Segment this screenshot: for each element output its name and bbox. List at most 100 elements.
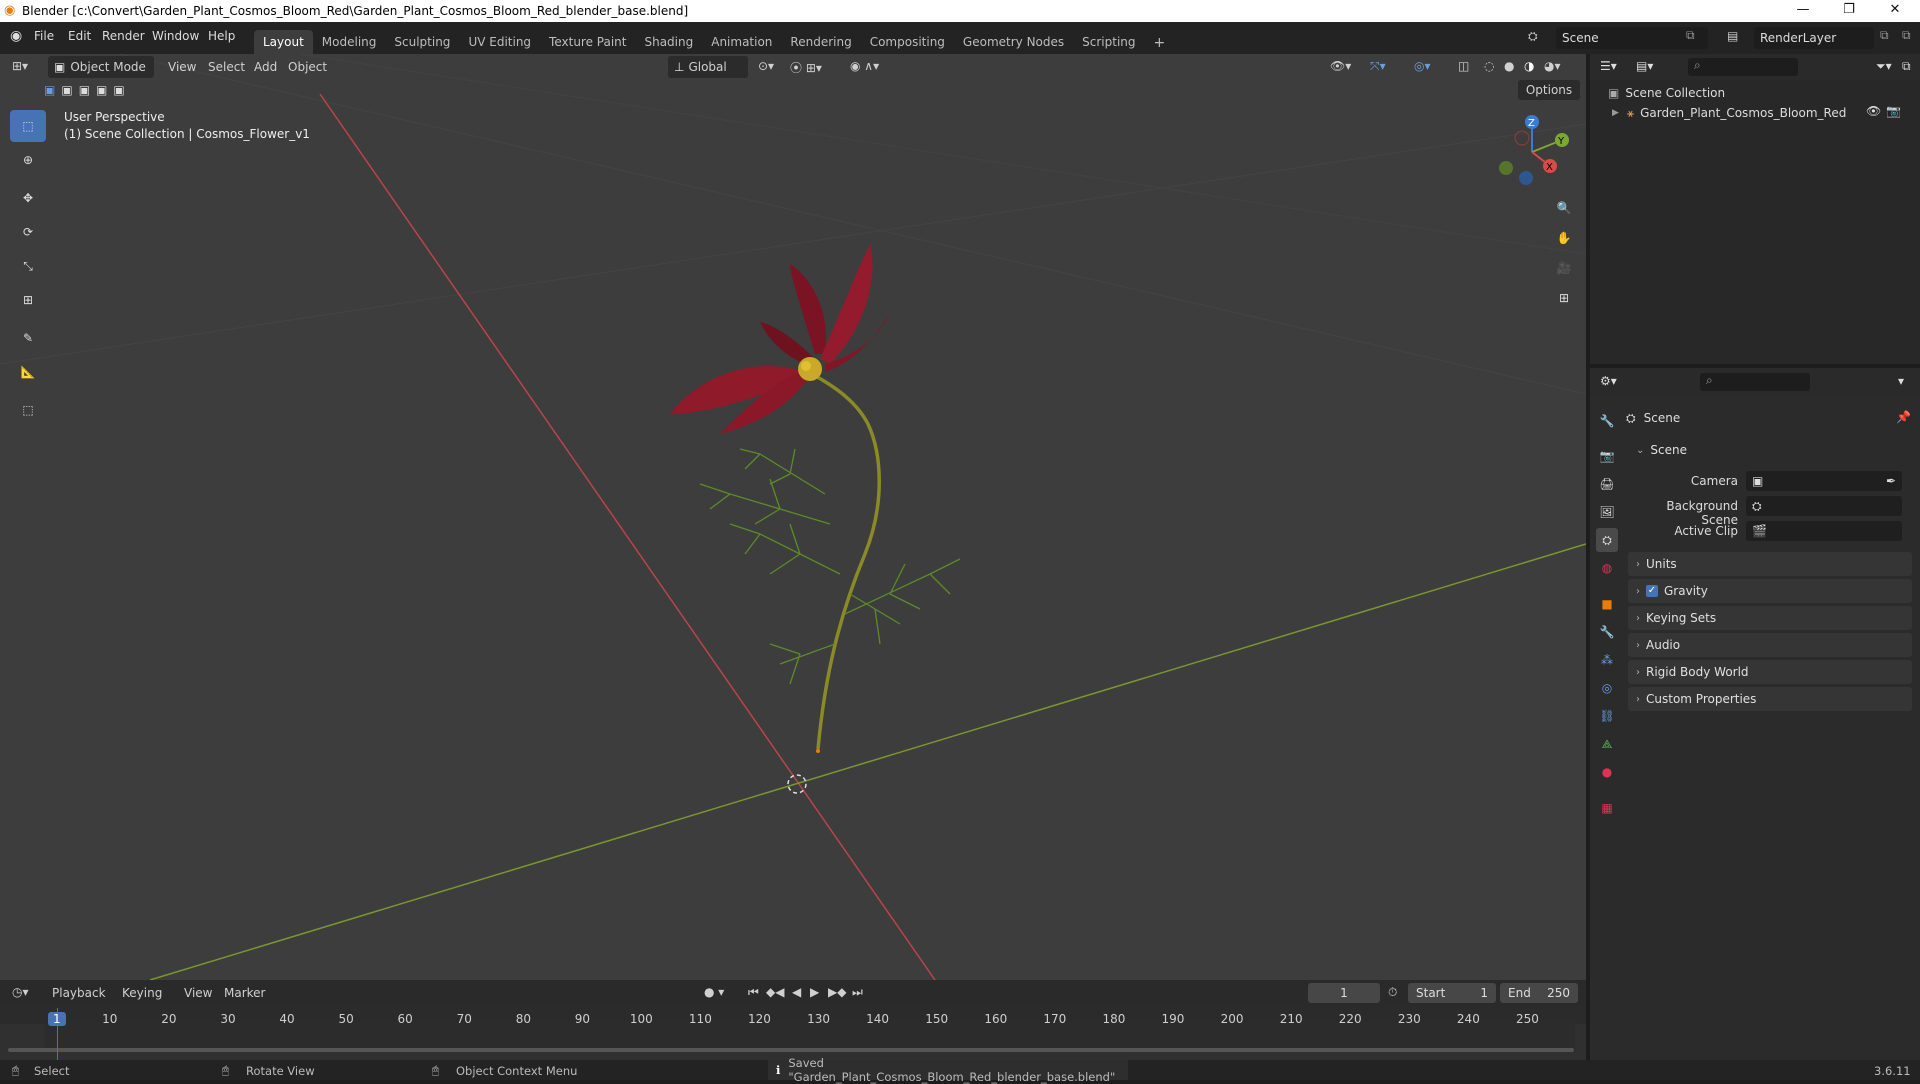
tab-compositing[interactable]: Compositing bbox=[861, 30, 954, 54]
gizmo-toggle-icon[interactable]: ⤧▾ bbox=[1370, 59, 1386, 74]
menu-window[interactable]: Window bbox=[152, 29, 199, 43]
tab-texture[interactable]: ▦ bbox=[1596, 796, 1618, 820]
solid-shading-icon[interactable]: ● bbox=[1504, 59, 1514, 73]
options-dropdown[interactable]: Options bbox=[1518, 80, 1580, 100]
panel-rigid-body-world[interactable]: › Rigid Body World bbox=[1628, 660, 1912, 684]
jump-keyframe-back-icon[interactable]: ◆◀ bbox=[766, 985, 784, 999]
select-intersect-icon[interactable]: ▣ bbox=[113, 83, 124, 97]
tab-material[interactable]: ● bbox=[1596, 760, 1618, 784]
panel-units[interactable]: › Units bbox=[1628, 552, 1912, 576]
stopwatch-icon[interactable]: ⏱ bbox=[1388, 985, 1397, 1000]
timeline-editor-icon[interactable]: ◷▾ bbox=[12, 985, 29, 999]
select-box-tool[interactable]: ⬚ bbox=[10, 110, 46, 142]
rendered-shading-icon[interactable]: ◕▾ bbox=[1544, 59, 1561, 73]
panel-scene[interactable]: ⌄ Scene bbox=[1628, 438, 1912, 462]
filter-icon[interactable]: ⏷▾ bbox=[1876, 59, 1892, 74]
eye-icon[interactable]: 👁 bbox=[1866, 104, 1881, 118]
editor-type-icon[interactable]: ⊞▾ bbox=[12, 59, 28, 73]
menu-help[interactable]: Help bbox=[208, 29, 235, 43]
tab-scripting[interactable]: Scripting bbox=[1073, 30, 1144, 54]
play-reverse-icon[interactable]: ◀ bbox=[792, 985, 801, 999]
navigation-gizmo[interactable]: Z Y X bbox=[1490, 110, 1574, 194]
pivot-point-icon[interactable]: ⊙▾ bbox=[758, 59, 774, 73]
tab-scene[interactable]: ⛭ bbox=[1596, 528, 1618, 552]
add-workspace-button[interactable]: + bbox=[1145, 30, 1175, 54]
camera-field[interactable]: ▣ ✒ bbox=[1746, 471, 1902, 491]
add-cube-tool[interactable]: ⬚ bbox=[10, 394, 46, 426]
status-message[interactable]: ℹ Saved "Garden_Plant_Cosmos_Bloom_Red_b… bbox=[768, 1056, 1128, 1084]
proportional-edit-icon[interactable]: ◉ ∧▾ bbox=[850, 59, 879, 73]
properties-options-icon[interactable]: ▾ bbox=[1898, 374, 1904, 388]
close-button[interactable]: ✕ bbox=[1872, 0, 1918, 22]
panel-audio[interactable]: › Audio bbox=[1628, 633, 1912, 657]
tab-sculpting[interactable]: Sculpting bbox=[385, 30, 459, 54]
select-invert-icon[interactable]: ▣ bbox=[96, 83, 107, 97]
new-renderlayer-icon[interactable]: ⧉ bbox=[1880, 28, 1889, 43]
scene-icon[interactable]: ⛭ bbox=[1528, 29, 1538, 44]
end-frame-field[interactable]: End 250 bbox=[1500, 983, 1578, 1003]
outliner-row-object[interactable]: ▶ ⚹ Garden_Plant_Cosmos_Bloom_Red 👁 📷 bbox=[1612, 104, 1912, 122]
3d-viewport[interactable]: ⊞▾ ▣ Object Mode View Select Add Object … bbox=[0, 54, 1586, 980]
mode-dropdown[interactable]: ▣ Object Mode bbox=[48, 56, 154, 78]
render-camera-icon[interactable]: 📷 bbox=[1886, 104, 1901, 118]
blender-menu-icon[interactable]: ◉ bbox=[10, 28, 22, 44]
camera-view-button[interactable]: 🎥 bbox=[1550, 254, 1578, 282]
tab-modifiers[interactable]: 🔧 bbox=[1596, 620, 1618, 644]
outliner-row-scene-collection[interactable]: ▣ Scene Collection bbox=[1608, 84, 1725, 102]
overlay-toggle-icon[interactable]: ◎▾ bbox=[1414, 59, 1431, 73]
snap-icon[interactable]: ⦿ ⊞▾ bbox=[790, 59, 822, 76]
keying-menu[interactable]: Keying bbox=[122, 986, 162, 1000]
new-scene-icon[interactable]: ⧉ bbox=[1686, 28, 1695, 43]
background-scene-field[interactable]: ⛭ bbox=[1746, 496, 1902, 516]
tab-output[interactable]: 🖨 bbox=[1596, 472, 1618, 496]
tab-tool[interactable]: 🔧 bbox=[1596, 409, 1618, 433]
new-collection-icon[interactable]: ⧉ bbox=[1902, 59, 1911, 74]
marker-menu[interactable]: Marker bbox=[224, 986, 265, 1000]
panel-keying-sets[interactable]: › Keying Sets bbox=[1628, 606, 1912, 630]
pin-icon[interactable]: 📌 bbox=[1896, 410, 1911, 424]
properties-editor-icon[interactable]: ⚙▾ bbox=[1600, 374, 1617, 388]
tab-rendering[interactable]: Rendering bbox=[781, 30, 860, 54]
material-shading-icon[interactable]: ◑ bbox=[1524, 59, 1534, 73]
renderlayer-selector[interactable]: RenderLayer bbox=[1754, 27, 1874, 49]
menu-file[interactable]: File bbox=[34, 29, 54, 43]
tab-texture-paint[interactable]: Texture Paint bbox=[540, 30, 635, 54]
zoom-button[interactable]: 🔍 bbox=[1550, 194, 1578, 222]
tab-modeling[interactable]: Modeling bbox=[313, 30, 386, 54]
play-icon[interactable]: ▶ bbox=[810, 985, 819, 999]
current-frame-field[interactable]: 1 bbox=[1308, 983, 1380, 1003]
expand-arrow-icon[interactable]: ▶ bbox=[1612, 108, 1619, 118]
outliner-editor-icon[interactable]: ☰▾ bbox=[1600, 59, 1617, 73]
wireframe-shading-icon[interactable]: ◌ bbox=[1484, 59, 1494, 73]
cursor-tool[interactable]: ⊕ bbox=[10, 144, 46, 176]
transform-orientation-dropdown[interactable]: ⊥ Global bbox=[668, 56, 748, 78]
view-menu[interactable]: View bbox=[168, 60, 196, 74]
annotate-tool[interactable]: ✎ bbox=[10, 322, 46, 354]
record-button[interactable]: ● ▾ bbox=[704, 985, 724, 999]
tab-physics[interactable]: ◎ bbox=[1596, 676, 1618, 700]
start-frame-field[interactable]: Start 1 bbox=[1408, 983, 1496, 1003]
jump-keyframe-forward-icon[interactable]: ▶◆ bbox=[828, 985, 846, 999]
outliner-search-input[interactable]: ⌕ bbox=[1688, 58, 1798, 76]
playback-menu[interactable]: Playback bbox=[52, 986, 106, 1000]
tab-particles[interactable]: ⁂ bbox=[1596, 648, 1618, 672]
panel-custom-properties[interactable]: › Custom Properties bbox=[1628, 687, 1912, 711]
move-tool[interactable]: ✥ bbox=[10, 182, 46, 214]
select-extend-icon[interactable]: ▣ bbox=[61, 83, 72, 97]
maximize-button[interactable]: ❐ bbox=[1826, 0, 1872, 22]
timeline-view-menu[interactable]: View bbox=[184, 986, 212, 1000]
menu-edit[interactable]: Edit bbox=[68, 29, 91, 43]
minimize-button[interactable]: — bbox=[1780, 0, 1826, 22]
tab-data[interactable]: ⟁ bbox=[1596, 732, 1618, 756]
object-menu[interactable]: Object bbox=[288, 60, 327, 74]
scale-tool[interactable]: ⤡ bbox=[10, 250, 46, 282]
select-new-icon[interactable]: ▣ bbox=[44, 83, 55, 97]
remove-renderlayer-icon[interactable]: ⧉ bbox=[1902, 28, 1911, 43]
properties-search-input[interactable]: ⌕ bbox=[1700, 373, 1810, 391]
tab-layout[interactable]: Layout bbox=[254, 30, 313, 54]
eyedropper-icon[interactable]: ✒ bbox=[1886, 474, 1896, 488]
rotate-tool[interactable]: ⟳ bbox=[10, 216, 46, 248]
panel-gravity[interactable]: › ✓ Gravity bbox=[1628, 579, 1912, 603]
select-menu[interactable]: Select bbox=[208, 60, 245, 74]
display-mode-icon[interactable]: ▤▾ bbox=[1636, 59, 1653, 73]
